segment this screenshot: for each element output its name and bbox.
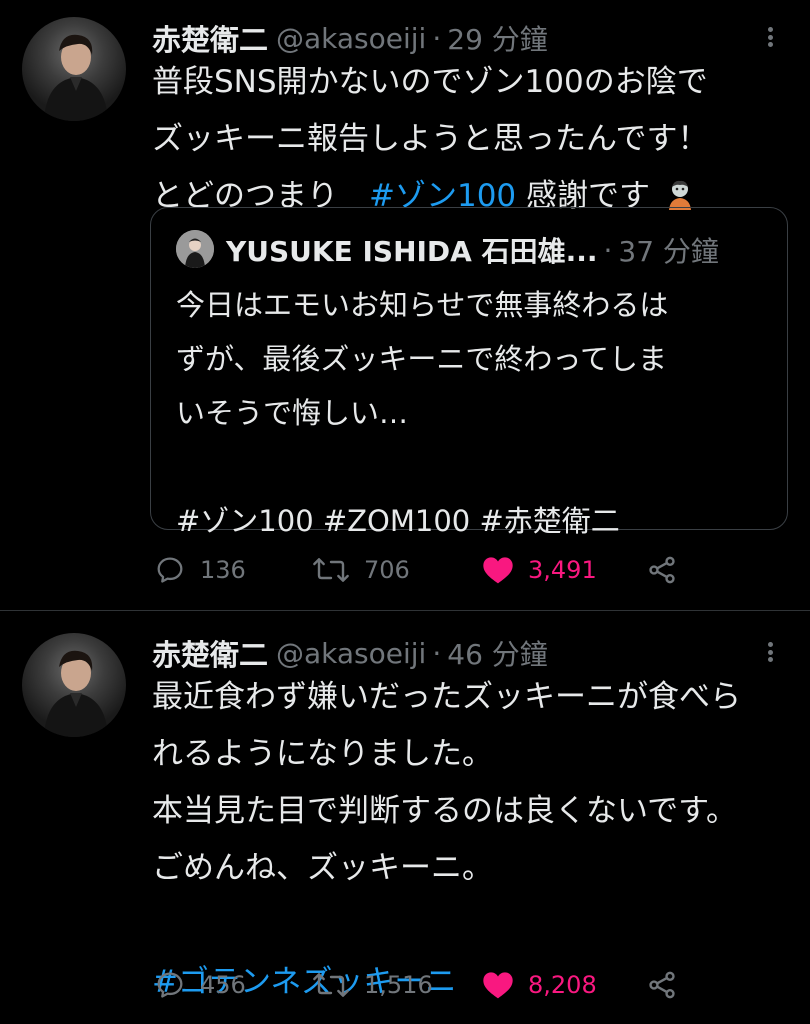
share-icon — [649, 556, 675, 584]
heart-filled-icon — [483, 972, 513, 999]
separator-dot: · — [432, 21, 442, 55]
like-button[interactable]: 8,208 — [482, 965, 597, 1005]
share-button[interactable] — [646, 965, 678, 1005]
quoted-text: 今日はエモいお知らせで無事終わるは ずが、最後ズッキーニで終わってしま いそうで… — [176, 278, 776, 548]
text-line: 本当見た目で判断するのは良くないです。 — [152, 793, 737, 829]
retweet-icon — [313, 558, 349, 582]
more-options-icon[interactable] — [760, 637, 780, 667]
timestamp[interactable]: 29 分鐘 — [447, 18, 548, 58]
quoted-header: YUSUKE ISHIDA 石田雄... · 37 分鐘 — [226, 230, 719, 270]
tweet[interactable]: 赤楚衛二 @akasoeiji · 29 分鐘 普段SNS開かないのでゾン100… — [0, 0, 810, 610]
quoted-text-line: いそうで悔しい… — [176, 396, 409, 430]
quoted-avatar-photo — [176, 230, 214, 268]
text-line: 普段SNS開かないのでゾン100のお陰で — [152, 64, 708, 100]
share-button[interactable] — [646, 550, 678, 590]
retweet-count: 1,516 — [364, 971, 433, 999]
like-count: 8,208 — [528, 971, 597, 999]
tweet[interactable]: 赤楚衛二 @akasoeiji · 46 分鐘 最近食わず嫌いだったズッキーニが… — [0, 611, 810, 1024]
reply-count: 136 — [200, 556, 246, 584]
separator-dot: · — [603, 233, 613, 267]
retweet-icon — [313, 973, 349, 997]
user-handle[interactable]: @akasoeiji — [276, 22, 426, 55]
separator-dot: · — [432, 636, 442, 670]
avatar[interactable] — [22, 633, 126, 737]
reply-icon — [157, 557, 183, 583]
tweet-header: 赤楚衛二 @akasoeiji · 46 分鐘 — [152, 633, 548, 673]
tweet-header: 赤楚衛二 @akasoeiji · 29 分鐘 — [152, 18, 548, 58]
tweet-actions: 456 1,516 8,208 — [152, 965, 692, 1005]
like-count: 3,491 — [528, 556, 597, 584]
retweet-button[interactable]: 706 — [312, 550, 410, 590]
share-icon — [649, 971, 675, 999]
quoted-avatar[interactable] — [176, 230, 214, 268]
avatar[interactable] — [22, 17, 126, 121]
text-line: 最近食わず嫌いだったズッキーニが食べら — [152, 679, 741, 715]
avatar-photo — [44, 34, 108, 121]
text-line: ごめんね、ズッキーニ。 — [152, 850, 493, 886]
timestamp[interactable]: 46 分鐘 — [447, 633, 548, 673]
text-line — [152, 897, 792, 954]
quoted-text-line — [176, 440, 776, 494]
avatar-photo — [44, 650, 108, 737]
quoted-hashtags[interactable]: #ゾン100 #ZOM100 #赤楚衛二 — [176, 494, 776, 548]
more-options-icon[interactable] — [760, 22, 780, 52]
reply-icon — [157, 972, 183, 998]
retweet-button[interactable]: 1,516 — [312, 965, 433, 1005]
tweet-actions: 136 706 3,491 — [152, 550, 692, 590]
reply-button[interactable]: 136 — [154, 550, 246, 590]
quoted-timestamp[interactable]: 37 分鐘 — [618, 230, 719, 270]
retweet-count: 706 — [364, 556, 410, 584]
tweet-text: 普段SNS開かないのでゾン100のお陰で ズッキーニ報告しようと思ったんです！ … — [152, 54, 792, 225]
heart-filled-icon — [483, 557, 513, 584]
tweet-text: 最近食わず嫌いだったズッキーニが食べら れるようになりました。 本当見た目で判断… — [152, 669, 792, 1011]
zombie-emoji-icon — [668, 180, 691, 210]
text-line: れるようになりました。 — [152, 736, 493, 772]
reply-count: 456 — [200, 971, 246, 999]
display-name[interactable]: 赤楚衛二 — [152, 632, 268, 674]
user-handle[interactable]: @akasoeiji — [276, 637, 426, 670]
like-button[interactable]: 3,491 — [482, 550, 597, 590]
quoted-text-line: 今日はエモいお知らせで無事終わるは — [176, 288, 669, 322]
quoted-display-name[interactable]: YUSUKE ISHIDA 石田雄... — [226, 230, 598, 270]
text-line: ズッキーニ報告しようと思ったんです！ — [152, 121, 709, 157]
display-name[interactable]: 赤楚衛二 — [152, 17, 268, 59]
reply-button[interactable]: 456 — [154, 965, 246, 1005]
quoted-text-line: ずが、最後ズッキーニで終わってしま — [176, 342, 667, 376]
